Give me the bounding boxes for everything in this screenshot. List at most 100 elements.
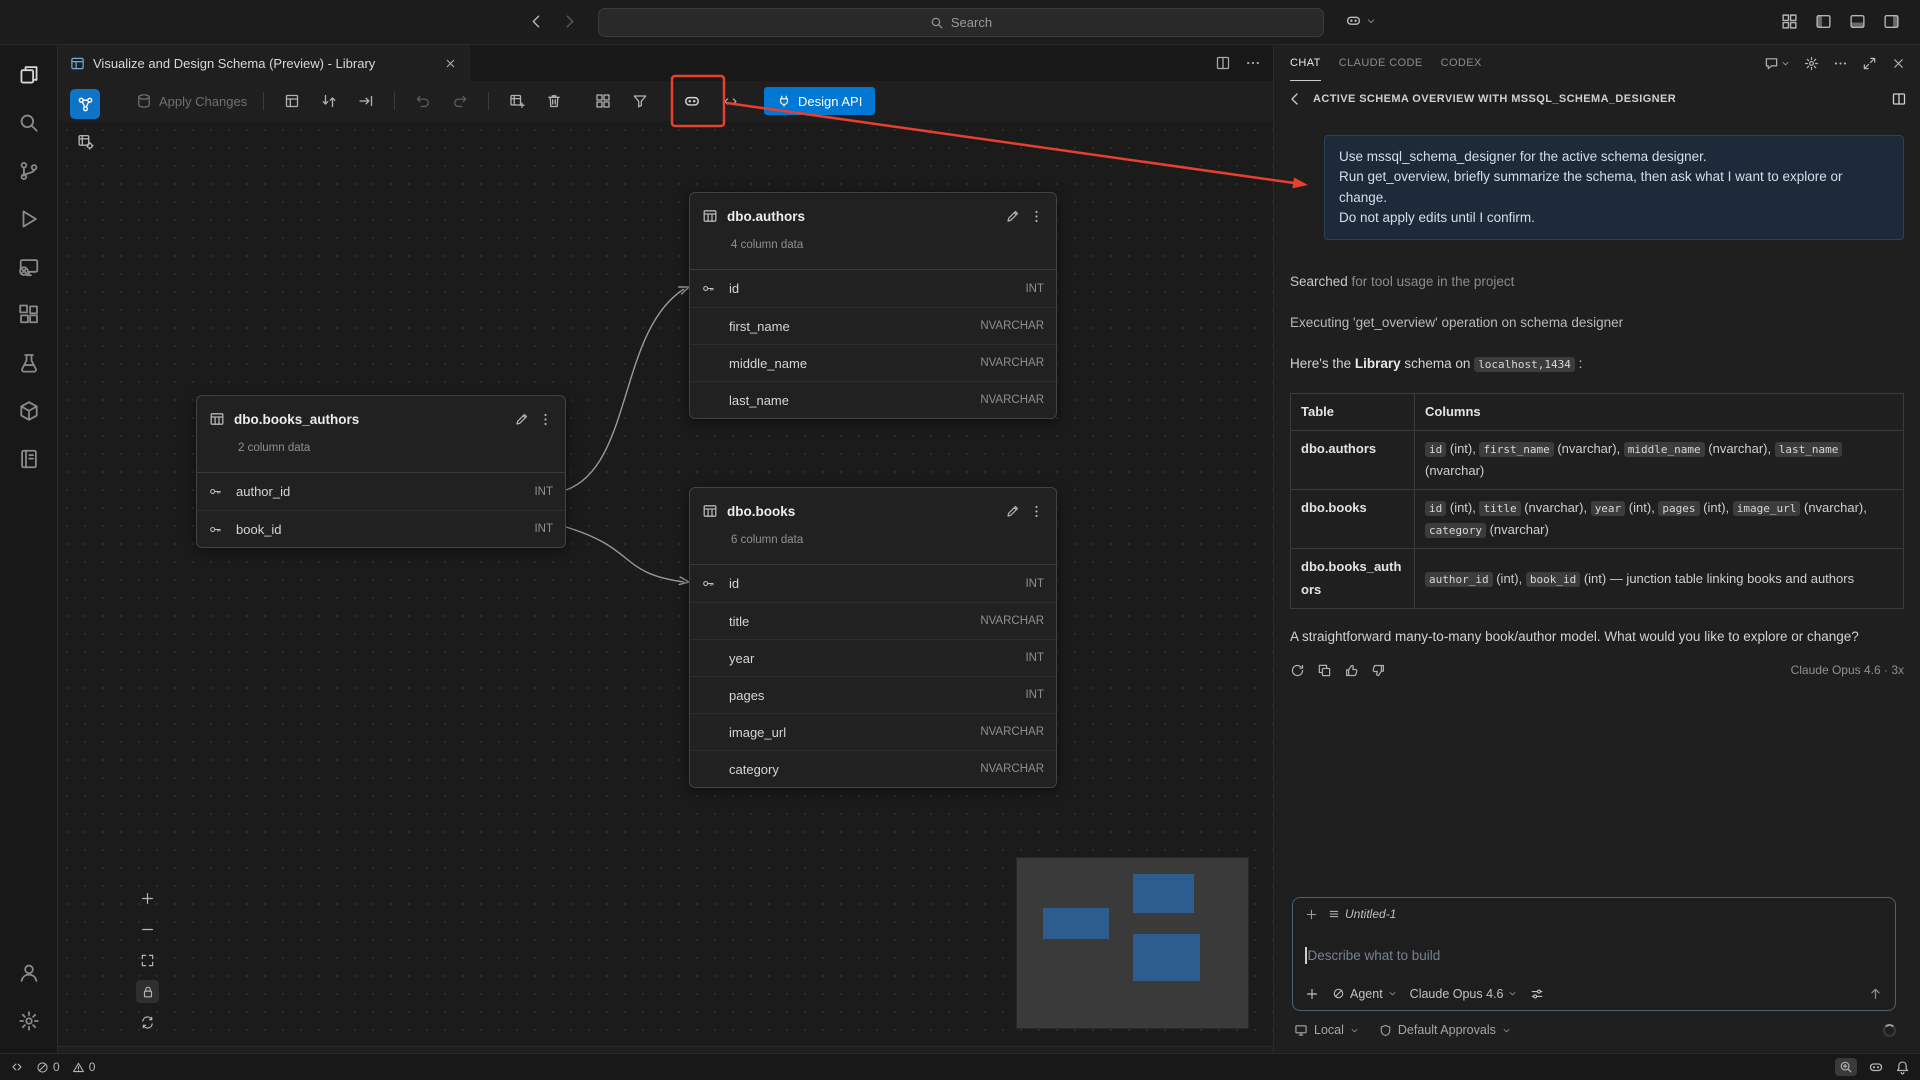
- design-api-button[interactable]: Design API: [764, 87, 875, 115]
- back-icon[interactable]: [528, 13, 545, 30]
- testing-icon[interactable]: [0, 339, 58, 387]
- customize-layout-icon[interactable]: [1781, 13, 1798, 30]
- column-row-book_id[interactable]: book_idINT: [197, 510, 565, 547]
- view-code-icon[interactable]: [718, 89, 742, 113]
- status-bar: 0 0: [0, 1053, 1920, 1080]
- column-row-title[interactable]: titleNVARCHAR: [690, 602, 1056, 639]
- chat-settings-gear-icon[interactable]: [1804, 56, 1819, 71]
- copilot-menu-button[interactable]: [1345, 12, 1376, 29]
- thumbs-down-icon[interactable]: [1371, 663, 1386, 678]
- tab-codex[interactable]: CODEX: [1441, 45, 1482, 81]
- column-row-middle_name[interactable]: middle_nameNVARCHAR: [690, 344, 1056, 381]
- attach-icon[interactable]: [1305, 987, 1319, 1001]
- edit-table-icon[interactable]: [514, 412, 529, 427]
- new-chat-icon[interactable]: [1764, 56, 1790, 71]
- column-row-id[interactable]: idINT: [690, 565, 1056, 602]
- remote-indicator-icon[interactable]: [10, 1060, 24, 1074]
- apply-changes-button[interactable]: Apply Changes: [136, 93, 247, 109]
- settings-gear-icon[interactable]: [0, 997, 58, 1045]
- extensions-icon[interactable]: [0, 291, 58, 339]
- zoom-out-icon[interactable]: [136, 918, 159, 941]
- forward-icon[interactable]: [561, 13, 578, 30]
- table-menu-icon[interactable]: [1029, 504, 1044, 519]
- open-in-editor-icon[interactable]: [1891, 91, 1907, 107]
- edit-table-icon[interactable]: [1005, 209, 1020, 224]
- add-table-icon[interactable]: [505, 89, 529, 113]
- account-icon[interactable]: [0, 949, 58, 997]
- column-name: author_id: [236, 484, 527, 499]
- copilot-schema-icon[interactable]: [680, 89, 704, 113]
- maximize-panel-icon[interactable]: [1862, 56, 1877, 71]
- problems-errors[interactable]: 0: [36, 1060, 60, 1074]
- remote-explorer-icon[interactable]: [0, 243, 58, 291]
- chat-message-input[interactable]: [1308, 948, 1884, 963]
- model-picker[interactable]: Claude Opus 4.6: [1410, 987, 1518, 1001]
- environment-picker[interactable]: Local: [1294, 1023, 1359, 1037]
- toggle-secondary-sidebar-icon[interactable]: [1883, 13, 1900, 30]
- add-context-icon[interactable]: [1305, 908, 1318, 921]
- fit-to-screen-icon[interactable]: [136, 949, 159, 972]
- column-row-last_name[interactable]: last_nameNVARCHAR: [690, 381, 1056, 418]
- context-file-chip[interactable]: Untitled-1: [1328, 907, 1396, 921]
- package-icon[interactable]: [0, 387, 58, 435]
- close-tab-icon[interactable]: [444, 57, 457, 70]
- compare-changes-icon[interactable]: [317, 89, 341, 113]
- zoom-status-icon[interactable]: [1835, 1058, 1857, 1076]
- schema-canvas[interactable]: dbo.authors 4 column data idINTfirst_nam…: [58, 121, 1273, 1047]
- explorer-icon[interactable]: [0, 51, 58, 99]
- table-menu-icon[interactable]: [538, 412, 553, 427]
- column-type: INT: [534, 523, 553, 535]
- column-row-category[interactable]: categoryNVARCHAR: [690, 750, 1056, 787]
- reset-layout-icon[interactable]: [136, 1011, 159, 1034]
- search-sidebar-icon[interactable]: [0, 99, 58, 147]
- run-debug-icon[interactable]: [0, 195, 58, 243]
- split-editor-icon[interactable]: [1215, 55, 1231, 71]
- regenerate-icon[interactable]: [1290, 663, 1305, 678]
- problems-warnings[interactable]: 0: [72, 1060, 96, 1074]
- chat-more-actions-icon[interactable]: [1833, 56, 1848, 71]
- table-definition-view-button[interactable]: [70, 126, 100, 156]
- column-row-author_id[interactable]: author_idINT: [197, 473, 565, 510]
- auto-arrange-icon[interactable]: [591, 89, 615, 113]
- schema-table-books-authors[interactable]: dbo.books_authors 2 column data author_i…: [196, 395, 566, 548]
- toggle-sidebar-icon[interactable]: [1815, 13, 1832, 30]
- delete-table-icon[interactable]: [542, 89, 566, 113]
- tab-chat[interactable]: CHAT: [1290, 45, 1321, 81]
- copy-icon[interactable]: [1317, 663, 1332, 678]
- undo-icon[interactable]: [411, 89, 435, 113]
- lock-position-icon[interactable]: [136, 980, 159, 1003]
- export-table-icon[interactable]: [280, 89, 304, 113]
- column-row-image_url[interactable]: image_urlNVARCHAR: [690, 713, 1056, 750]
- notifications-bell-icon[interactable]: [1895, 1060, 1910, 1075]
- schema-table-authors[interactable]: dbo.authors 4 column data idINTfirst_nam…: [689, 192, 1057, 419]
- toggle-panel-icon[interactable]: [1849, 13, 1866, 30]
- notebook-icon[interactable]: [0, 435, 58, 483]
- approvals-picker[interactable]: Default Approvals: [1379, 1023, 1511, 1037]
- canvas-minimap[interactable]: [1016, 857, 1249, 1029]
- chat-input-box[interactable]: Untitled-1 Agent Claude Opus 4.6: [1292, 897, 1896, 1011]
- tab-schema-designer[interactable]: Visualize and Design Schema (Preview) - …: [58, 45, 470, 81]
- copilot-status-icon[interactable]: [1868, 1059, 1884, 1075]
- close-panel-icon[interactable]: [1891, 56, 1906, 71]
- zoom-in-icon[interactable]: [136, 887, 159, 910]
- search-input[interactable]: Search: [598, 8, 1324, 37]
- column-row-year[interactable]: yearINT: [690, 639, 1056, 676]
- edit-table-icon[interactable]: [1005, 504, 1020, 519]
- column-row-first_name[interactable]: first_nameNVARCHAR: [690, 307, 1056, 344]
- table-menu-icon[interactable]: [1029, 209, 1044, 224]
- tools-sliders-icon[interactable]: [1530, 987, 1544, 1001]
- filter-icon[interactable]: [628, 89, 652, 113]
- column-row-pages[interactable]: pagesINT: [690, 676, 1056, 713]
- source-control-icon[interactable]: [0, 147, 58, 195]
- redo-icon[interactable]: [448, 89, 472, 113]
- editor-more-actions-icon[interactable]: [1245, 55, 1261, 71]
- thumbs-up-icon[interactable]: [1344, 663, 1359, 678]
- schema-table-books[interactable]: dbo.books 6 column data idINTtitleNVARCH…: [689, 487, 1057, 788]
- schema-diagram-view-button[interactable]: [70, 89, 100, 119]
- mode-picker[interactable]: Agent: [1332, 987, 1397, 1001]
- export-arrow-icon[interactable]: [354, 89, 378, 113]
- column-row-id[interactable]: idINT: [690, 270, 1056, 307]
- send-icon[interactable]: [1868, 986, 1883, 1001]
- tab-claude-code[interactable]: CLAUDE CODE: [1339, 45, 1423, 81]
- back-icon[interactable]: [1287, 91, 1303, 107]
